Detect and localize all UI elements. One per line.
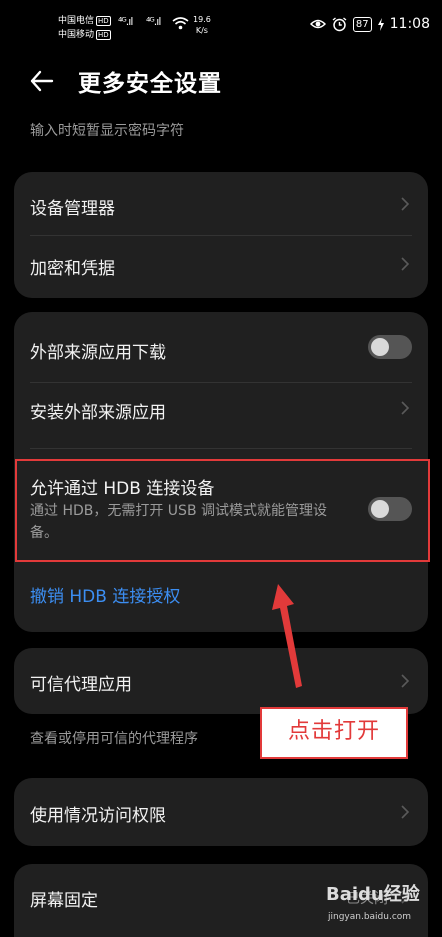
- revoke-hdb-row[interactable]: 撤销 HDB 连接授权: [14, 566, 428, 626]
- eye-icon: [309, 19, 326, 29]
- device-manager-label: 设备管理器: [30, 199, 115, 219]
- clock: 11:08: [389, 16, 430, 32]
- annotation-callout: 点击打开: [260, 707, 408, 759]
- card-usage-access: 使用情况访问权限: [14, 778, 428, 846]
- trusted-agents-row[interactable]: 可信代理应用: [14, 648, 428, 714]
- app-header: 更多安全设置: [0, 58, 442, 102]
- speed-value: 19.6: [193, 15, 211, 24]
- toggle-knob: [371, 338, 389, 356]
- annotation-arrow: [272, 584, 302, 688]
- signal-icon-2: ⁴ᴳ.ıl: [146, 15, 161, 28]
- watermark-brand: Baidu经验: [326, 884, 420, 905]
- battery-icon: 87: [352, 16, 372, 32]
- encryption-credentials-label: 加密和凭据: [30, 259, 115, 279]
- carrier-2: 中国移动: [58, 30, 95, 40]
- baidu-watermark: Baidu经验 jingyan.baidu.com: [326, 876, 438, 934]
- revoke-hdb-link[interactable]: 撤销 HDB 连接授权: [30, 582, 180, 607]
- alarm-icon: [332, 16, 347, 31]
- status-right: 87 11:08: [309, 16, 430, 32]
- password-chars-tip: 输入时短暂显示密码字符: [30, 123, 184, 139]
- signal-icon-1: ⁴ᴳ.ıl: [118, 15, 133, 28]
- usage-access-label: 使用情况访问权限: [30, 806, 166, 826]
- chevron-right-icon: [401, 401, 410, 415]
- carrier-info: 中国电信 HD 中国移动 HD: [58, 14, 111, 42]
- install-external-label: 安装外部来源应用: [30, 403, 166, 423]
- encryption-credentials-row[interactable]: 加密和凭据: [14, 236, 428, 298]
- device-manager-row[interactable]: 设备管理器: [14, 172, 428, 236]
- back-arrow-icon[interactable]: [26, 64, 60, 98]
- divider: [30, 448, 412, 449]
- watermark-url: jingyan.baidu.com: [328, 912, 412, 922]
- wifi-icon: [172, 17, 189, 30]
- page-title: 更多安全设置: [78, 71, 222, 97]
- trusted-agents-label: 可信代理应用: [30, 675, 132, 695]
- charging-icon: [377, 17, 384, 31]
- chevron-right-icon: [401, 197, 410, 211]
- chevron-right-icon: [401, 805, 410, 819]
- external-download-row[interactable]: 外部来源应用下载: [14, 312, 428, 382]
- external-download-label: 外部来源应用下载: [30, 343, 166, 363]
- install-external-row[interactable]: 安装外部来源应用: [14, 382, 428, 442]
- trusted-agents-tip: 查看或停用可信的代理程序: [30, 731, 198, 747]
- highlight-box: [15, 459, 430, 562]
- card-device-security: 设备管理器 加密和凭据: [14, 172, 428, 298]
- carrier-1: 中国电信: [58, 16, 95, 26]
- chevron-right-icon: [401, 674, 410, 688]
- status-bar: 中国电信 HD 中国移动 HD ⁴ᴳ.ıl ⁴ᴳ.ıl 19.6 K/s 87 11…: [0, 0, 442, 56]
- hd-badge: HD: [96, 15, 111, 26]
- chevron-right-icon: [401, 257, 410, 271]
- network-speed: 19.6 K/s: [193, 14, 211, 36]
- usage-access-row[interactable]: 使用情况访问权限: [14, 778, 428, 846]
- card-trusted-agents: 可信代理应用: [14, 648, 428, 714]
- hd-badge: HD: [96, 29, 111, 40]
- external-download-toggle[interactable]: [368, 335, 412, 359]
- screen-pinning-label: 屏幕固定: [30, 891, 98, 911]
- speed-unit: K/s: [195, 26, 208, 35]
